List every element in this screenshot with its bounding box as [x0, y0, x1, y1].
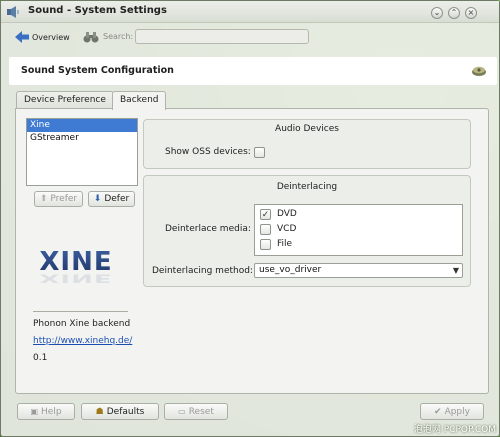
divider: [33, 311, 128, 312]
media-label: VCD: [277, 224, 297, 234]
arrow-up-icon: ⬆: [39, 194, 48, 204]
help-button[interactable]: ▣ Help: [17, 403, 75, 420]
deinterlacing-method-label: Deinterlacing method:: [152, 266, 253, 276]
xine-logo: XINE XINE: [39, 247, 112, 285]
help-label: Help: [41, 406, 62, 417]
speaker-device-icon: [472, 66, 486, 76]
apply-label: Apply: [444, 406, 470, 417]
defer-label: Defer: [104, 194, 130, 204]
prefer-button[interactable]: ⬆ Prefer: [34, 191, 83, 207]
reset-button[interactable]: ▭ Reset: [164, 403, 228, 420]
defer-button[interactable]: ⬇ Defer: [88, 191, 135, 207]
arrow-down-icon: ⬇: [93, 194, 102, 204]
back-arrow-icon: [15, 31, 29, 43]
list-item[interactable]: ✓ DVD: [255, 207, 462, 221]
audio-devices-group: Audio Devices: [143, 119, 471, 169]
media-label: File: [277, 239, 293, 249]
chevron-down-icon: ▼: [452, 266, 459, 275]
chevron-down-icon: ⌄: [433, 8, 441, 17]
toolbar: Overview Search:: [1, 24, 499, 50]
minimize-button[interactable]: ⌄: [431, 7, 443, 19]
maximize-button[interactable]: ⌃: [448, 7, 460, 19]
reset-label: Reset: [188, 406, 214, 417]
backend-version: 0.1: [33, 353, 48, 363]
chevron-up-icon: ⌃: [450, 8, 458, 17]
defaults-icon: ☗: [95, 406, 104, 417]
show-oss-checkbox[interactable]: [254, 147, 265, 158]
window-title: Sound - System Settings: [28, 5, 167, 16]
deinterlacing-method-select[interactable]: use_vo_driver ▼: [254, 263, 463, 278]
prefer-label: Prefer: [50, 194, 78, 204]
speaker-icon: [7, 6, 19, 18]
deinterlace-media-label: Deinterlace media:: [165, 224, 251, 234]
defaults-label: Defaults: [106, 406, 145, 417]
watermark: 泡泡网 PCPOP.COM: [413, 425, 496, 435]
select-value: use_vo_driver: [259, 265, 322, 275]
close-icon: ×: [467, 8, 475, 17]
binoculars-icon: [83, 32, 99, 43]
page-header: Sound System Configuration: [9, 57, 497, 85]
media-label: DVD: [277, 209, 297, 219]
tab-backend[interactable]: Backend: [112, 91, 167, 110]
file-checkbox[interactable]: [260, 239, 271, 250]
xine-logo-reflection: XINE: [39, 271, 112, 285]
deinterlacing-title: Deinterlacing: [276, 182, 338, 192]
system-settings-window: Sound - System Settings ⌄ ⌃ × Overview S…: [0, 0, 500, 437]
list-item[interactable]: Xine: [27, 119, 137, 132]
dvd-checkbox[interactable]: ✓: [260, 209, 271, 220]
title-bar[interactable]: Sound - System Settings ⌄ ⌃ ×: [1, 1, 499, 23]
apply-button[interactable]: ✔ Apply: [420, 403, 484, 420]
show-oss-label: Show OSS devices:: [165, 147, 251, 157]
overview-label: Overview: [32, 32, 70, 42]
list-item[interactable]: GStreamer: [27, 132, 137, 145]
audio-devices-title: Audio Devices: [275, 124, 339, 134]
page-title: Sound System Configuration: [21, 65, 174, 76]
checkmark-icon: ✓: [261, 210, 270, 220]
defaults-button[interactable]: ☗ Defaults: [81, 403, 159, 420]
backend-description: Phonon Xine backend: [33, 319, 131, 329]
help-icon: ▣: [30, 406, 39, 416]
tab-device-preference[interactable]: Device Preference: [16, 91, 114, 109]
vcd-checkbox[interactable]: [260, 224, 271, 235]
list-item[interactable]: File: [255, 237, 462, 251]
overview-button[interactable]: Overview: [15, 27, 70, 47]
backend-list[interactable]: Xine GStreamer: [26, 118, 138, 186]
checkmark-icon: ✔: [434, 406, 442, 417]
search-input[interactable]: [135, 29, 309, 44]
deinterlace-media-list: ✓ DVD VCD File: [254, 204, 463, 256]
close-button[interactable]: ×: [465, 7, 477, 19]
list-item[interactable]: VCD: [255, 222, 462, 236]
backend-url-link[interactable]: http://www.xinehq.de/: [33, 336, 132, 346]
reset-icon: ▭: [178, 406, 186, 416]
search-label: Search:: [103, 32, 134, 41]
